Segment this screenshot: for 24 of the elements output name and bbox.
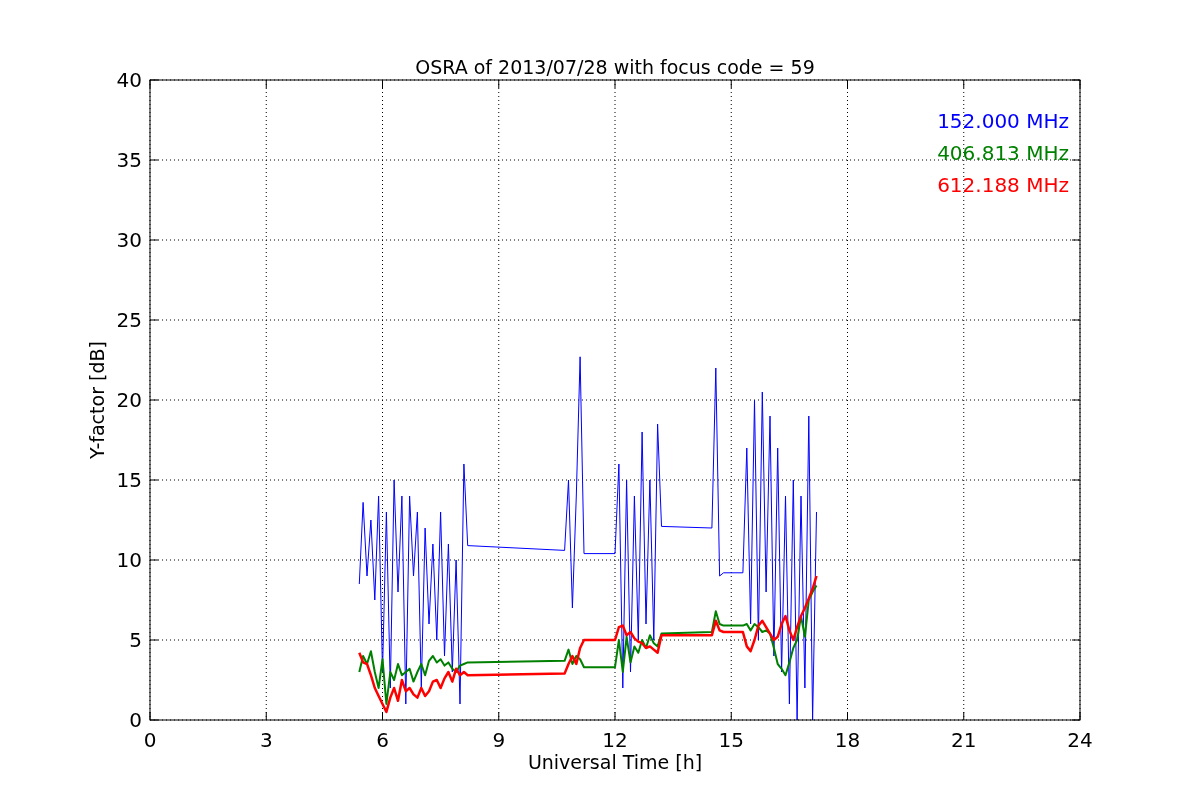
x-tick-label: 0 — [143, 728, 157, 752]
x-tick-label: 21 — [951, 728, 977, 752]
y-tick-label: 20 — [116, 388, 142, 412]
y-tick-label: 0 — [129, 708, 142, 732]
x-tick-label: 9 — [492, 728, 506, 752]
legend-label: 152.000 MHz — [937, 109, 1069, 133]
y-tick-label: 5 — [129, 628, 142, 652]
chart-title: OSRA of 2013/07/28 with focus code = 59 — [415, 56, 815, 78]
y-tick-label: 15 — [116, 468, 142, 492]
y-tick-label: 30 — [116, 228, 142, 252]
x-axis-label: Universal Time [h] — [527, 751, 703, 773]
legend-label: 406.813 MHz — [937, 141, 1069, 165]
y-tick-label: 40 — [116, 68, 142, 92]
y-tick-label: 25 — [116, 308, 142, 332]
y-tick-label: 35 — [116, 148, 142, 172]
y-tick-label: 10 — [116, 548, 142, 572]
x-tick-label: 15 — [718, 728, 744, 752]
x-tick-label: 6 — [376, 728, 389, 752]
y-axis-label: Y-factor [dB] — [86, 341, 108, 459]
x-tick-label: 18 — [834, 728, 861, 752]
x-tick-label: 12 — [602, 728, 628, 752]
x-tick-label: 3 — [259, 728, 273, 752]
x-tick-label: 24 — [1067, 728, 1093, 752]
legend-label: 612.188 MHz — [937, 173, 1069, 197]
